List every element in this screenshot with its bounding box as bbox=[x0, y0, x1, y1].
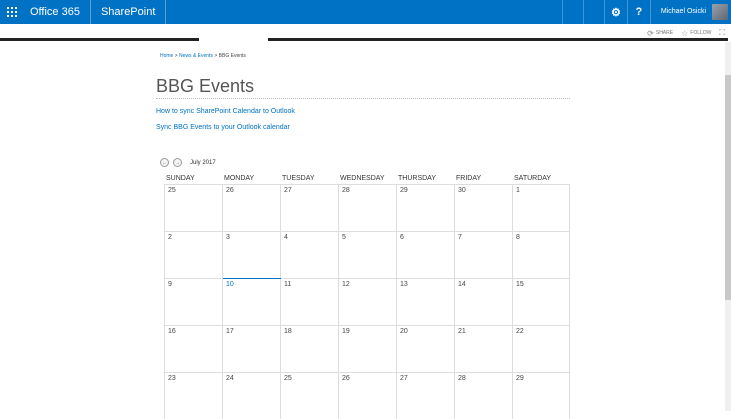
arrow-right-icon: → bbox=[175, 159, 180, 166]
user-name[interactable]: Michael Osicki bbox=[649, 0, 712, 24]
day-name: TUESDAY bbox=[282, 175, 315, 182]
follow-button[interactable]: ☆ FOLLOW bbox=[681, 29, 711, 38]
sync-sharepoint-link[interactable]: How to sync SharePoint Calendar to Outlo… bbox=[156, 108, 295, 115]
calendar-day-cell[interactable]: 29 bbox=[396, 185, 454, 231]
title-divider bbox=[156, 98, 570, 99]
calendar-navigation: ← → July 2017 bbox=[160, 158, 216, 167]
calendar-day-cell[interactable]: 17 bbox=[222, 326, 280, 372]
calendar-day-cell[interactable]: 5 bbox=[338, 232, 396, 278]
calendar-day-cell[interactable]: 23 bbox=[164, 373, 222, 419]
top-rule bbox=[0, 38, 199, 41]
avatar[interactable] bbox=[712, 4, 728, 20]
next-month-button[interactable]: → bbox=[173, 158, 182, 167]
suite-bar: Office 365 SharePoint ⚙ ? Michael Osicki bbox=[0, 0, 731, 24]
day-name: MONDAY bbox=[224, 175, 255, 182]
day-name: FRIDAY bbox=[456, 175, 482, 182]
day-name: THURSDAY bbox=[398, 175, 436, 182]
calendar-day-cell[interactable]: 20 bbox=[396, 326, 454, 372]
calendar-week-row: 2345678 bbox=[164, 231, 570, 278]
calendar-day-cell[interactable]: 14 bbox=[454, 279, 512, 325]
focus-content-icon: ⛶ bbox=[719, 28, 725, 37]
share-button[interactable]: ⟳ SHARE bbox=[647, 29, 673, 38]
calendar-day-cell[interactable]: 4 bbox=[280, 232, 338, 278]
calendar-week-row: 25 26 27 28 29 30 1 bbox=[164, 184, 570, 231]
day-name: WEDNESDAY bbox=[340, 175, 385, 182]
calendar-day-cell[interactable]: 27 bbox=[280, 185, 338, 231]
top-rule bbox=[268, 38, 728, 41]
app-launcher-button[interactable] bbox=[0, 0, 24, 24]
page-title: BBG Events bbox=[156, 76, 255, 96]
day-name: SUNDAY bbox=[166, 175, 195, 182]
calendar-day-cell[interactable]: 26 bbox=[338, 373, 396, 419]
calendar-day-cell[interactable]: 12 bbox=[338, 279, 396, 325]
share-label: SHARE bbox=[655, 30, 674, 36]
breadcrumb-home-link[interactable]: Home bbox=[160, 53, 173, 59]
calendar-day-cell[interactable]: 29 bbox=[512, 373, 570, 419]
calendar-day-cell[interactable]: 15 bbox=[512, 279, 570, 325]
office365-brand-link[interactable]: Office 365 bbox=[24, 0, 91, 24]
share-icon: ⟳ bbox=[647, 28, 654, 38]
calendar-day-cell[interactable]: 3 bbox=[222, 232, 280, 278]
calendar-day-cell[interactable]: 24 bbox=[222, 373, 280, 419]
calendar-day-cell[interactable]: 13 bbox=[396, 279, 454, 325]
suitebar-separator bbox=[582, 0, 604, 24]
month-label: July 2017 bbox=[190, 159, 216, 166]
calendar-week-row: 16 17 18 19 20 21 22 bbox=[164, 325, 570, 372]
calendar-day-cell[interactable]: 2 bbox=[164, 232, 222, 278]
calendar-day-cell[interactable]: 11 bbox=[280, 279, 338, 325]
calendar-day-cell[interactable]: 28 bbox=[454, 373, 512, 419]
calendar-day-cell[interactable]: 25 bbox=[164, 185, 222, 231]
settings-button[interactable]: ⚙ bbox=[603, 0, 627, 24]
gear-icon: ⚙ bbox=[610, 6, 621, 19]
calendar-day-cell[interactable]: 30 bbox=[454, 185, 512, 231]
calendar-grid: SUNDAY MONDAY TUESDAY WEDNESDAY THURSDAY FRID… bbox=[164, 173, 570, 419]
focus-button[interactable]: ⛶ bbox=[719, 28, 725, 38]
calendar-day-cell[interactable]: 6 bbox=[396, 232, 454, 278]
calendar-week-row: 23 24 25 26 27 28 29 bbox=[164, 372, 570, 419]
calendar-day-cell[interactable]: 21 bbox=[454, 326, 512, 372]
arrow-left-icon: ← bbox=[162, 159, 167, 166]
calendar-day-cell[interactable]: 1 bbox=[512, 185, 570, 231]
sync-outlook-link[interactable]: Sync BBG Events to your Outlook calendar bbox=[156, 124, 290, 131]
previous-month-button[interactable]: ← bbox=[160, 158, 169, 167]
calendar-day-cell[interactable]: 16 bbox=[164, 326, 222, 372]
star-icon: ☆ bbox=[681, 28, 689, 38]
help-button[interactable]: ? bbox=[626, 0, 650, 24]
day-name: SATURDAY bbox=[514, 175, 552, 182]
calendar-day-cell[interactable]: 28 bbox=[338, 185, 396, 231]
suitebar-separator bbox=[561, 0, 583, 24]
scrollbar-thumb[interactable] bbox=[725, 75, 731, 300]
follow-label: FOLLOW bbox=[690, 30, 712, 36]
calendar-day-cell[interactable]: 26 bbox=[222, 185, 280, 231]
sharepoint-app-link[interactable]: SharePoint bbox=[91, 0, 167, 24]
calendar-weeks: 25 26 27 28 29 30 1 2 3 4 5 6 7 8 9 10 11 12 13 14 15 16 17 18 1… bbox=[164, 184, 570, 419]
calendar-day-cell[interactable]: 19 bbox=[338, 326, 396, 372]
calendar-day-cell[interactable]: 25 bbox=[280, 373, 338, 419]
breadcrumb: Home > News & Events > BBG Events bbox=[160, 53, 246, 59]
calendar-day-cell[interactable]: 7 bbox=[454, 232, 512, 278]
breadcrumb-news-link[interactable]: News & Events bbox=[179, 53, 213, 59]
calendar-day-cell[interactable]: 27 bbox=[396, 373, 454, 419]
calendar-week-row: 9 10 11 12 13 14 15 bbox=[164, 278, 570, 325]
waffle-icon bbox=[7, 7, 17, 17]
calendar-day-cell[interactable]: 10 bbox=[222, 278, 281, 325]
calendar-day-cell[interactable]: 18 bbox=[280, 326, 338, 372]
calendar-day-cell[interactable]: 22 bbox=[512, 326, 570, 372]
calendar-day-cell[interactable]: 9 bbox=[164, 279, 222, 325]
day-names-row: SUNDAY MONDAY TUESDAY WEDNESDAY THURSDAY FRID… bbox=[164, 173, 570, 184]
breadcrumb-current: BBG Events bbox=[218, 53, 246, 59]
calendar-day-cell[interactable]: 8 bbox=[512, 232, 570, 278]
